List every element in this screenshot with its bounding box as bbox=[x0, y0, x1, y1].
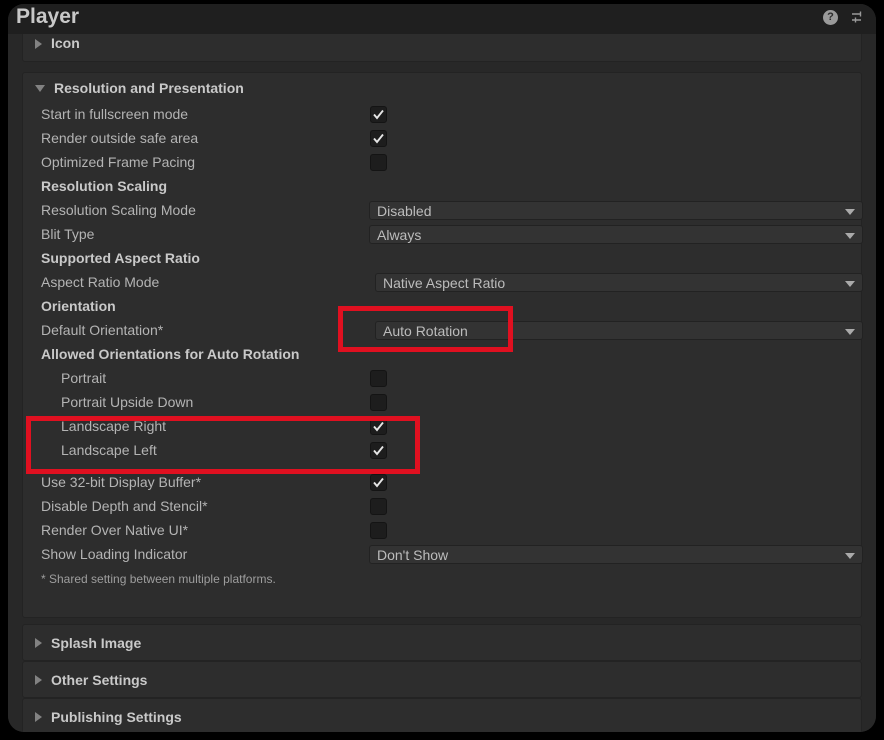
preset-settings-icon[interactable] bbox=[851, 10, 866, 25]
section-header-other-settings[interactable]: Other Settings bbox=[23, 662, 861, 697]
window-titlebar: Player ? bbox=[8, 4, 876, 34]
checkbox-optimized-frame-pacing[interactable] bbox=[370, 154, 387, 171]
section-label-resolution: Resolution and Presentation bbox=[54, 80, 244, 96]
row-footnote: * Shared setting between multiple platfo… bbox=[23, 569, 861, 593]
row-spacer bbox=[23, 463, 861, 471]
row-portrait: Portrait bbox=[23, 367, 861, 391]
checkbox-start-fullscreen[interactable] bbox=[370, 106, 387, 123]
triangle-right-icon bbox=[35, 637, 42, 648]
window-title: Player bbox=[16, 5, 80, 28]
dropdown-value-resolution-scaling-mode: Disabled bbox=[377, 203, 432, 219]
group-label-supported-aspect-ratio: Supported Aspect Ratio bbox=[41, 250, 200, 266]
chevron-down-icon bbox=[845, 553, 855, 559]
section-panel-publishing-settings: Publishing Settings bbox=[22, 698, 862, 732]
checkbox-portrait-upside-down[interactable] bbox=[370, 394, 387, 411]
row-use-32bit-display-buffer: Use 32-bit Display Buffer* bbox=[23, 471, 861, 495]
row-start-fullscreen: Start in fullscreen mode bbox=[23, 103, 861, 127]
row-allowed-orientations-header: Allowed Orientations for Auto Rotation bbox=[23, 343, 861, 367]
check-icon bbox=[373, 133, 384, 144]
row-show-loading-indicator: Show Loading Indicator Don't Show bbox=[23, 543, 863, 569]
checkbox-landscape-right[interactable] bbox=[370, 418, 387, 435]
row-render-over-native-ui: Render Over Native UI* bbox=[23, 519, 861, 543]
label-use-32bit-display-buffer: Use 32-bit Display Buffer* bbox=[41, 474, 202, 490]
row-render-outside-safe-area: Render outside safe area bbox=[23, 127, 861, 151]
section-header-publishing-settings[interactable]: Publishing Settings bbox=[23, 699, 861, 732]
label-portrait: Portrait bbox=[61, 370, 107, 386]
label-start-fullscreen: Start in fullscreen mode bbox=[41, 106, 189, 122]
dropdown-value-blit-type: Always bbox=[377, 227, 422, 243]
section-panel-icon: Icon bbox=[22, 34, 862, 62]
checkbox-portrait[interactable] bbox=[370, 370, 387, 387]
triangle-down-icon bbox=[35, 84, 45, 92]
section-label-icon: Icon bbox=[51, 35, 80, 51]
row-resolution-scaling-mode: Resolution Scaling Mode Disabled bbox=[23, 199, 863, 223]
checkbox-render-over-native-ui[interactable] bbox=[370, 522, 387, 539]
label-disable-depth-and-stencil: Disable Depth and Stencil* bbox=[41, 498, 208, 514]
player-settings-window: Player ? Icon Resolution and Presentatio… bbox=[8, 4, 876, 732]
dropdown-aspect-ratio-mode[interactable]: Native Aspect Ratio bbox=[375, 273, 863, 292]
row-aspect-ratio-mode: Aspect Ratio Mode Native Aspect Ratio bbox=[23, 271, 863, 295]
check-icon bbox=[373, 109, 384, 120]
row-default-orientation: Default Orientation* Auto Rotation bbox=[23, 319, 863, 343]
row-portrait-upside-down: Portrait Upside Down bbox=[23, 391, 861, 415]
label-render-over-native-ui: Render Over Native UI* bbox=[41, 522, 189, 538]
section-label-other-settings: Other Settings bbox=[51, 671, 148, 688]
dropdown-blit-type[interactable]: Always bbox=[369, 225, 863, 244]
dropdown-show-loading-indicator[interactable]: Don't Show bbox=[369, 545, 863, 564]
row-disable-depth-and-stencil: Disable Depth and Stencil* bbox=[23, 495, 861, 519]
check-icon bbox=[373, 477, 384, 488]
check-icon bbox=[373, 421, 384, 432]
dropdown-value-aspect-ratio-mode: Native Aspect Ratio bbox=[383, 275, 506, 291]
label-default-orientation: Default Orientation* bbox=[41, 322, 164, 338]
section-header-splash-image[interactable]: Splash Image bbox=[23, 625, 861, 660]
dropdown-value-show-loading-indicator: Don't Show bbox=[377, 547, 449, 563]
label-aspect-ratio-mode: Aspect Ratio Mode bbox=[41, 274, 160, 290]
group-label-resolution-scaling: Resolution Scaling bbox=[41, 178, 168, 194]
label-show-loading-indicator: Show Loading Indicator bbox=[41, 546, 188, 562]
section-panel-splash-image: Splash Image bbox=[22, 624, 862, 661]
row-landscape-left: Landscape Left bbox=[23, 439, 861, 463]
shared-setting-footnote: * Shared setting between multiple platfo… bbox=[41, 572, 276, 586]
row-optimized-frame-pacing: Optimized Frame Pacing bbox=[23, 151, 861, 175]
label-render-outside-safe-area: Render outside safe area bbox=[41, 130, 199, 146]
section-label-splash-image: Splash Image bbox=[51, 634, 142, 651]
chevron-down-icon bbox=[845, 329, 855, 335]
group-label-allowed-orientations: Allowed Orientations for Auto Rotation bbox=[41, 346, 300, 362]
label-landscape-left: Landscape Left bbox=[61, 442, 157, 458]
screenshot-root: Player ? Icon Resolution and Presentatio… bbox=[0, 0, 884, 740]
section-panel-other-settings: Other Settings bbox=[22, 661, 862, 698]
label-blit-type: Blit Type bbox=[41, 226, 95, 242]
label-portrait-upside-down: Portrait Upside Down bbox=[61, 394, 194, 410]
label-landscape-right: Landscape Right bbox=[61, 418, 167, 434]
triangle-right-icon bbox=[35, 39, 42, 49]
titlebar-icon-group: ? bbox=[823, 10, 866, 25]
triangle-right-icon bbox=[35, 674, 42, 685]
chevron-down-icon bbox=[845, 209, 855, 215]
section-panel-resolution: Resolution and Presentation Start in ful… bbox=[22, 72, 863, 618]
label-resolution-scaling-mode: Resolution Scaling Mode bbox=[41, 202, 196, 218]
dropdown-resolution-scaling-mode[interactable]: Disabled bbox=[369, 201, 863, 220]
chevron-down-icon bbox=[845, 281, 855, 287]
dropdown-value-default-orientation: Auto Rotation bbox=[383, 323, 468, 339]
checkbox-use-32bit-display-buffer[interactable] bbox=[370, 474, 387, 491]
row-blit-type: Blit Type Always bbox=[23, 223, 863, 247]
chevron-down-icon bbox=[845, 233, 855, 239]
section-label-publishing-settings: Publishing Settings bbox=[51, 708, 182, 725]
label-optimized-frame-pacing: Optimized Frame Pacing bbox=[41, 154, 196, 170]
checkbox-render-outside-safe-area[interactable] bbox=[370, 130, 387, 147]
triangle-right-icon bbox=[35, 711, 42, 722]
settings-scroll-body[interactable]: Icon Resolution and Presentation Start i… bbox=[8, 34, 876, 732]
help-question-icon[interactable]: ? bbox=[823, 10, 838, 25]
checkbox-landscape-left[interactable] bbox=[370, 442, 387, 459]
sidebar-item-icon[interactable]: Icon bbox=[23, 34, 861, 63]
check-icon bbox=[373, 445, 384, 456]
row-resolution-scaling-header: Resolution Scaling bbox=[23, 175, 861, 199]
row-orientation-header: Orientation bbox=[23, 295, 861, 319]
row-supported-aspect-ratio-header: Supported Aspect Ratio bbox=[23, 247, 861, 271]
row-landscape-right: Landscape Right bbox=[23, 415, 861, 439]
group-label-orientation: Orientation bbox=[41, 298, 116, 314]
dropdown-default-orientation[interactable]: Auto Rotation bbox=[375, 321, 863, 340]
checkbox-disable-depth-and-stencil[interactable] bbox=[370, 498, 387, 515]
section-header-resolution[interactable]: Resolution and Presentation bbox=[23, 73, 861, 103]
